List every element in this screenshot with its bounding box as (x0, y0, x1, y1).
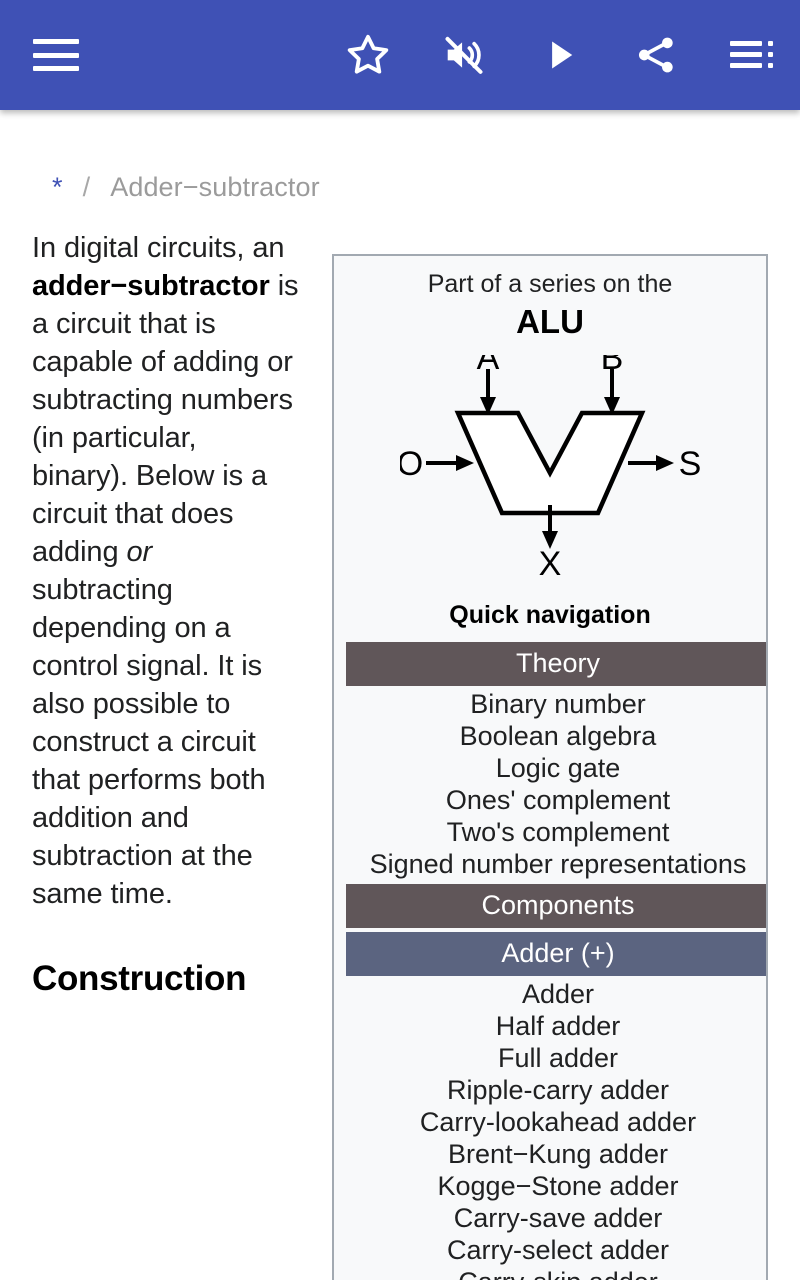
nav-link-half-adder[interactable]: Half adder (346, 1010, 766, 1042)
nav-link-kogge-stone-adder[interactable]: Kogge−Stone adder (346, 1170, 766, 1202)
nav-group-theory: Binary number Boolean algebra Logic gate… (346, 686, 766, 880)
nav-link-carry-lookahead-adder[interactable]: Carry-lookahead adder (346, 1106, 766, 1138)
alu-symbol-diagram: A B O S X (400, 355, 700, 577)
alu-label-s: S (679, 445, 700, 483)
alu-label-a: A (477, 355, 500, 377)
breadcrumb-current-title: Adder−subtractor (110, 172, 320, 202)
nav-group-adder: Adder Half adder Full adder Ripple-carry… (346, 976, 766, 1280)
nav-link-binary-number[interactable]: Binary number (346, 688, 766, 720)
lead-italic-or: or (126, 536, 153, 568)
play-triangle-icon (552, 41, 573, 69)
infobox-figure: A B O S X (334, 351, 766, 587)
nav-link-full-adder[interactable]: Full adder (346, 1042, 766, 1074)
nav-link-carry-skip-adder[interactable]: Carry-skip adder (346, 1266, 766, 1280)
lead-part-2: is a circuit that is capable of adding o… (32, 270, 299, 568)
nav-link-logic-gate[interactable]: Logic gate (346, 752, 766, 784)
article-lead-paragraph: In digital circuits, an adder−subtractor… (32, 229, 300, 913)
infobox-title[interactable]: ALU (334, 299, 766, 351)
nav-section-header-components[interactable]: Components (346, 884, 766, 928)
infobox-series-label: Part of a series on the (427, 270, 673, 298)
speaker-muted-icon (445, 36, 483, 74)
app-bar-actions (320, 0, 800, 110)
nav-link-carry-save-adder[interactable]: Carry-save adder (346, 1202, 766, 1234)
watchlist-star-button[interactable] (320, 0, 416, 110)
nav-link-twos-complement[interactable]: Two's complement (346, 816, 766, 848)
nav-link-carry-select-adder[interactable]: Carry-select adder (346, 1234, 766, 1266)
nav-link-signed-number-representations[interactable]: Signed number representations (346, 848, 766, 880)
breadcrumb-separator: / (82, 172, 91, 202)
hamburger-menu-icon (33, 39, 79, 71)
nav-link-boolean-algebra[interactable]: Boolean algebra (346, 720, 766, 752)
nav-section-header-theory[interactable]: Theory (346, 642, 766, 686)
star-outline-icon (347, 34, 389, 74)
quick-navigation-table: Theory Binary number Boolean algebra Log… (346, 642, 766, 1280)
list-lines-icon (730, 41, 774, 69)
page-content: * / Adder−subtractor In digital circuits… (0, 110, 800, 1280)
share-button[interactable] (608, 0, 704, 110)
breadcrumb: * / Adder−subtractor (0, 110, 800, 203)
mute-button[interactable] (416, 0, 512, 110)
lead-part-1: In digital circuits, an (32, 232, 285, 264)
breadcrumb-home-link[interactable]: * (52, 172, 63, 203)
nav-link-brent-kung-adder[interactable]: Brent−Kung adder (346, 1138, 766, 1170)
lead-bold-term: adder−subtractor (32, 270, 270, 302)
article-text-column: In digital circuits, an adder−subtractor… (0, 229, 300, 999)
nav-link-adder[interactable]: Adder (346, 978, 766, 1010)
lead-part-3: subtracting depending on a control signa… (32, 574, 266, 910)
nav-link-ones-complement[interactable]: Ones' complement (346, 784, 766, 816)
infobox-quick-navigation-label: Quick navigation (449, 601, 651, 629)
alu-label-o: O (400, 445, 423, 483)
app-bar (0, 0, 800, 110)
nav-subsection-header-adder[interactable]: Adder (+) (346, 932, 766, 976)
play-button[interactable] (512, 0, 608, 110)
infobox-alu-series: Part of a series on the ALU A B O (332, 254, 768, 1280)
section-heading-construction: Construction (32, 959, 247, 998)
nav-link-ripple-carry-adder[interactable]: Ripple-carry adder (346, 1074, 766, 1106)
table-of-contents-button[interactable] (704, 0, 800, 110)
alu-label-b: B (601, 355, 624, 377)
menu-button-wrap (0, 0, 112, 110)
alu-label-x: X (539, 545, 562, 577)
hamburger-menu-button[interactable] (8, 0, 104, 110)
share-nodes-icon (638, 37, 673, 73)
